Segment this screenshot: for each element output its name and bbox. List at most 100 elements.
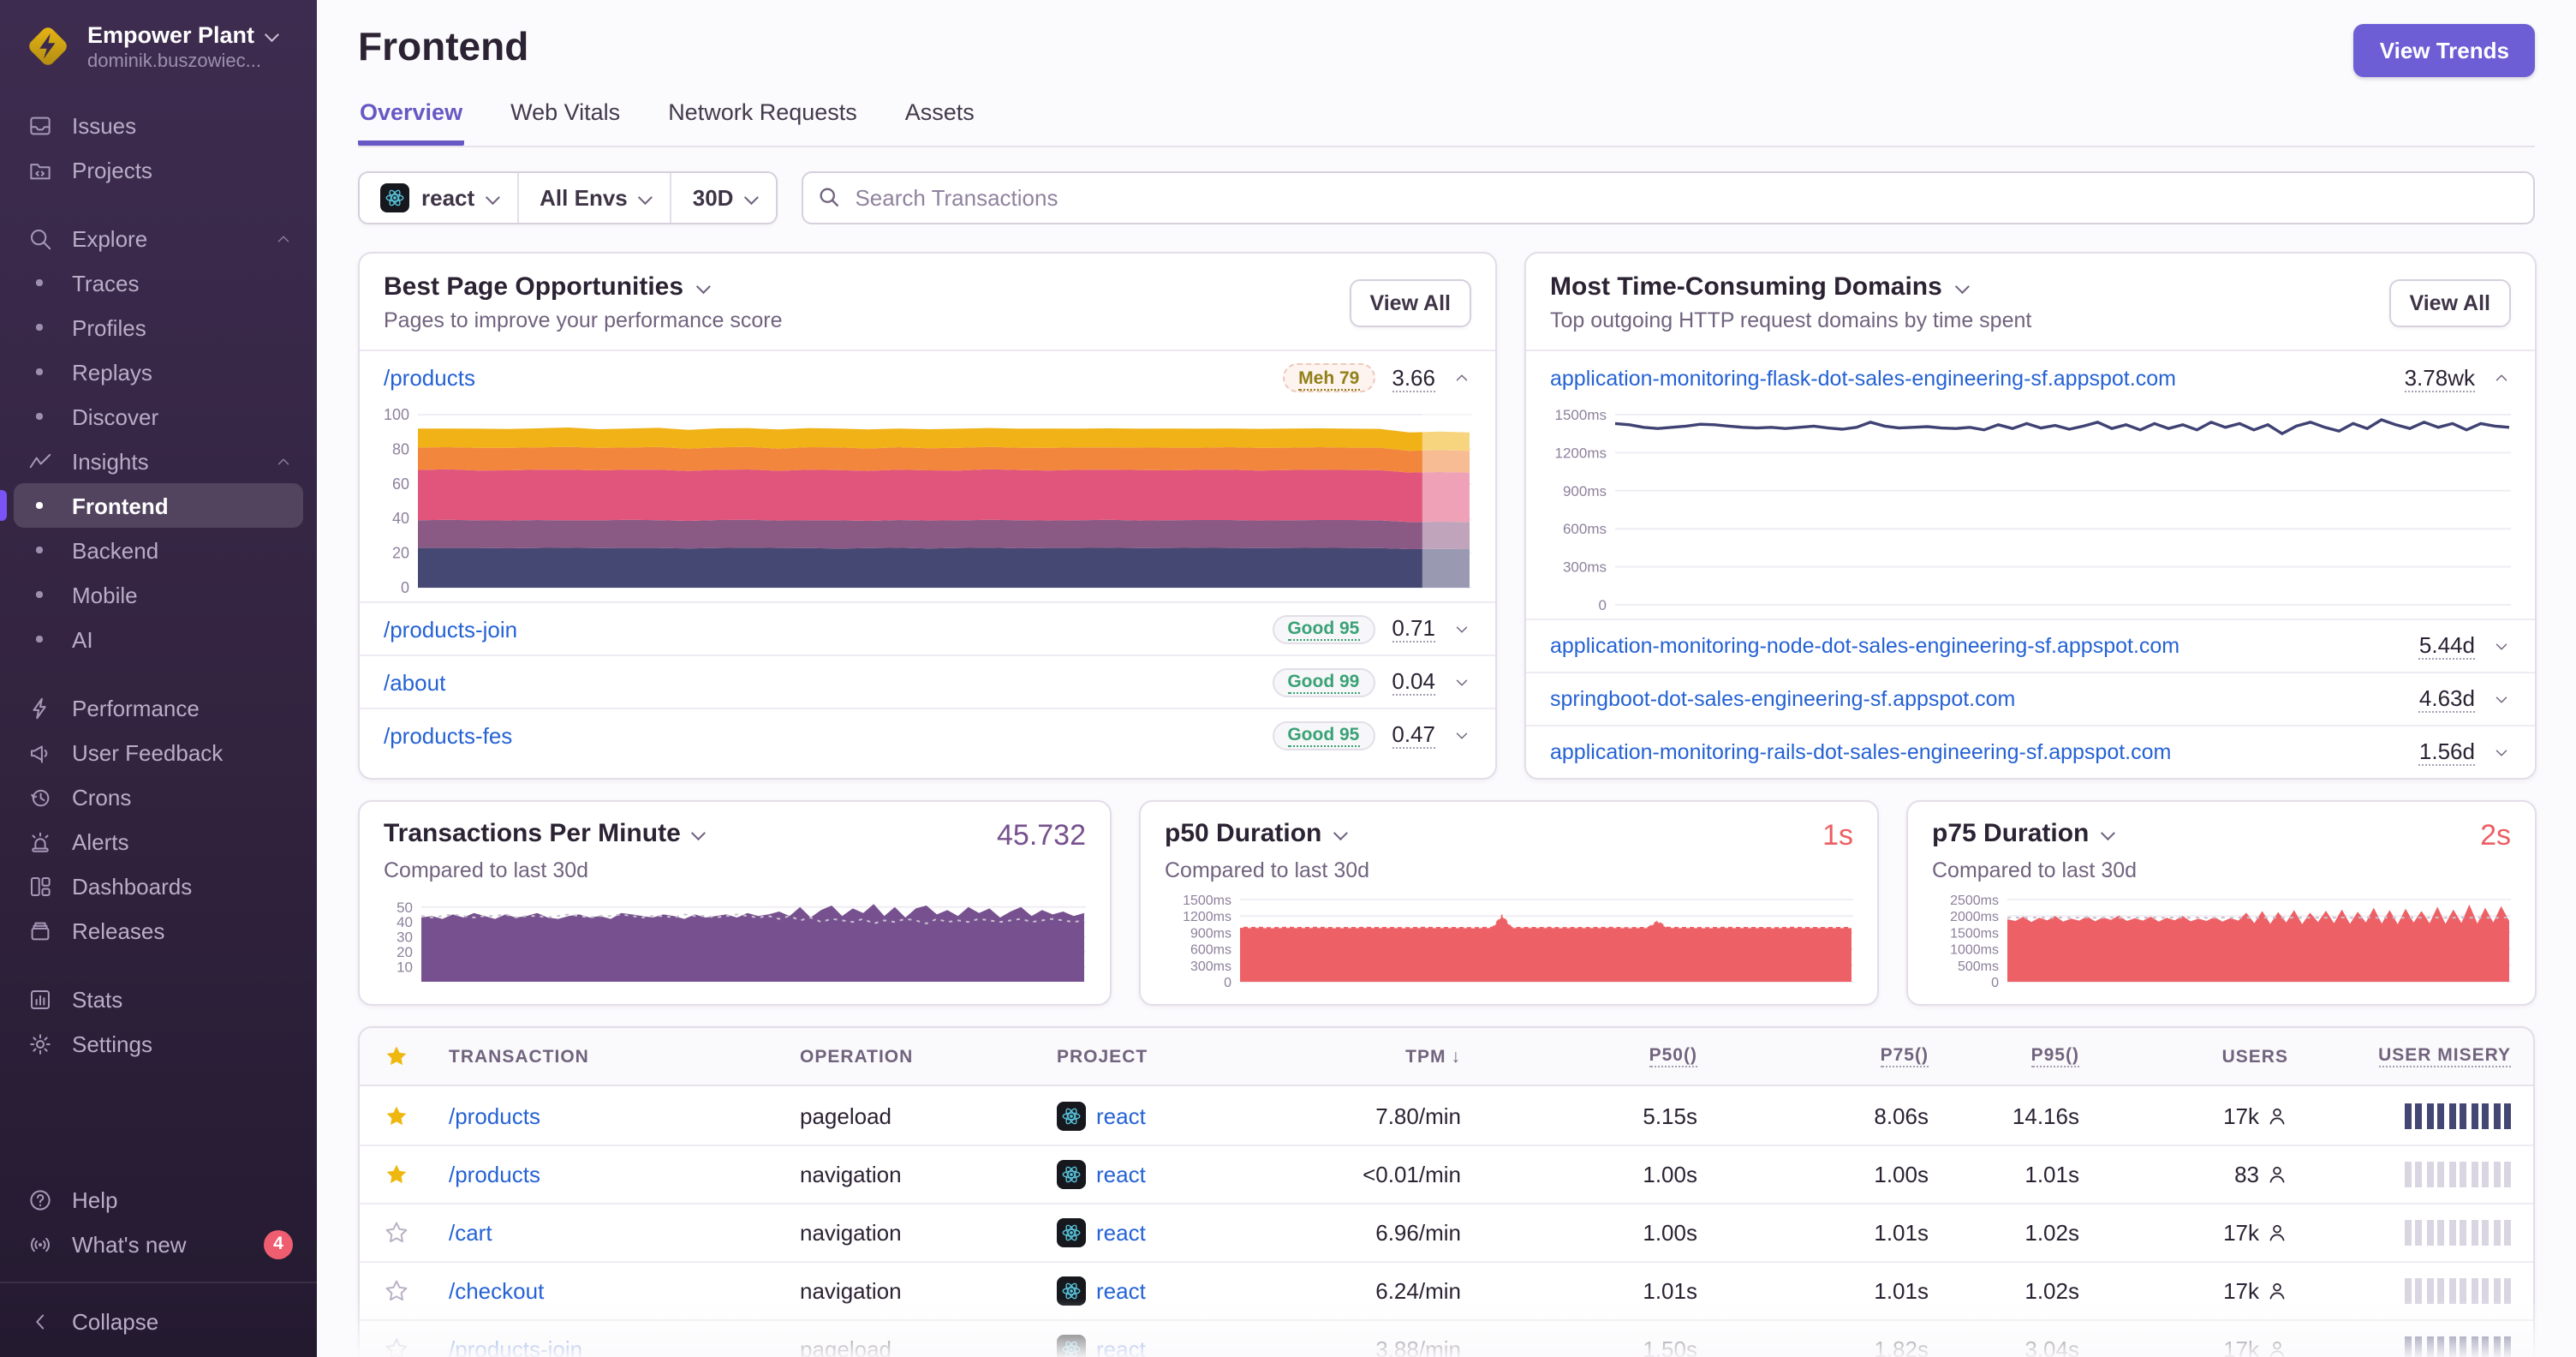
sidebar-item-dashboards[interactable]: Dashboards [14,864,303,908]
sidebar-item-what-s-new[interactable]: What's new 4 [14,1222,303,1266]
page-link[interactable]: /products-fes [384,722,1255,748]
sidebar-item-replays[interactable]: Replays [14,350,303,394]
page-link[interactable]: /about [384,669,1255,695]
metric-title-dropdown[interactable]: p75 Duration [1932,819,2115,848]
sidebar-item-issues[interactable]: Issues [14,103,303,147]
table-row: /products pageload react 7.80/min 5.15s 8.06s… [360,1086,2533,1145]
column-header-p50[interactable]: P50() [1471,1045,1708,1067]
sidebar-item-discover[interactable]: Discover [14,394,303,439]
sidebar-item-insights[interactable]: Insights [14,439,303,483]
sidebar-item-releases[interactable]: Releases [14,908,303,953]
svg-text:0: 0 [1599,597,1607,613]
best-pages-title-dropdown[interactable]: Best Page Opportunities [384,272,783,302]
sidebar-item-profiles[interactable]: Profiles [14,305,303,350]
column-header-p75[interactable]: P75() [1708,1045,1939,1067]
project-link[interactable]: react [1057,1160,1146,1189]
sidebar-item-ai[interactable]: AI [14,617,303,661]
column-header-user-misery[interactable]: USER MISERY [2299,1045,2533,1067]
sidebar-item-settings[interactable]: Settings [14,1021,303,1066]
metric-value: 45.732 [997,819,1086,852]
tab-web-vitals[interactable]: Web Vitals [509,99,622,146]
tab-assets[interactable]: Assets [903,99,976,146]
view-trends-button[interactable]: View Trends [2353,24,2535,77]
svg-text:20: 20 [397,944,413,960]
star-outline-icon[interactable] [360,1336,438,1357]
sidebar-item-traces[interactable]: Traces [14,260,303,305]
search-input[interactable] [802,171,2535,224]
view-all-button[interactable]: View All [1349,278,1471,326]
star-column-header[interactable] [360,1043,438,1069]
sidebar-item-alerts[interactable]: Alerts [14,819,303,864]
sidebar-item-backend[interactable]: Backend [14,528,303,572]
star-filled-icon[interactable] [360,1103,438,1128]
sidebar-item-frontend[interactable]: Frontend [0,483,303,528]
metric-chart[interactable]: 10 20 30 40 50 [384,891,1086,990]
domain-link[interactable]: springboot-dot-sales-engineering-sf.apps… [1550,687,2402,711]
transaction-cell: /products-join [438,1336,790,1357]
chevron-down-icon[interactable] [2492,690,2511,708]
column-header-project[interactable]: PROJECT [1046,1046,1249,1067]
sidebar-item-performance[interactable]: Performance [14,685,303,730]
table-row: /checkout navigation react 6.24/min 1.01s 1.0… [360,1261,2533,1319]
metric-chart[interactable]: 0 300ms 600ms 900ms 1200ms 1500ms [1165,891,1853,990]
domain-duration-chart[interactable]: 0 300ms 600ms 900ms 1200ms 1500ms [1533,406,2511,613]
chevron-down-icon[interactable] [2492,743,2511,762]
project-link[interactable]: react [1057,1101,1146,1130]
metric-chart[interactable]: 0 500ms 1000ms 1500ms 2000ms 2500ms [1932,891,2511,990]
column-header-transaction[interactable]: TRANSACTION [438,1046,790,1067]
star-filled-icon[interactable] [360,1162,438,1187]
sidebar-item-help[interactable]: Help [14,1177,303,1222]
view-all-button[interactable]: View All [2388,278,2511,326]
domain-link[interactable]: application-monitoring-node-dot-sales-en… [1550,634,2402,658]
domains-title-dropdown[interactable]: Most Time-Consuming Domains [1550,272,2031,302]
transaction-link[interactable]: /cart [449,1220,492,1246]
chevron-down-icon[interactable] [1452,673,1471,691]
chevron-down-icon[interactable] [1452,619,1471,638]
chevron-up-icon[interactable] [1452,368,1471,387]
page-link[interactable]: /products-join [384,616,1255,642]
page-score-chart[interactable]: 0 20 40 60 80 100 [367,406,1471,596]
chevron-down-icon[interactable] [2492,637,2511,655]
transaction-link[interactable]: /checkout [449,1278,544,1304]
column-header-p95[interactable]: P95() [1939,1045,2090,1067]
project-link[interactable]: react [1057,1335,1146,1357]
score-badge: Good 99 [1272,667,1375,696]
transaction-link[interactable]: /products [449,1162,540,1187]
domain-link[interactable]: application-monitoring-rails-dot-sales-e… [1550,740,2402,764]
tab-overview[interactable]: Overview [358,99,465,146]
score-badge: Good 95 [1272,720,1375,750]
domain-link[interactable]: application-monitoring-flask-dot-sales-e… [1550,366,2388,390]
sidebar-item-collapse[interactable]: Collapse [14,1299,303,1343]
bullet-icon [24,413,55,420]
project-link[interactable]: react [1057,1276,1146,1306]
column-header-operation[interactable]: OPERATION [790,1046,1046,1067]
chevron-up-icon[interactable] [2492,368,2511,387]
sidebar-item-crons[interactable]: Crons [14,774,303,819]
sidebar-item-user-feedback[interactable]: User Feedback [14,730,303,774]
environment-filter[interactable]: All Envs [517,173,671,223]
star-outline-icon[interactable] [360,1220,438,1246]
sidebar-item-label: User Feedback [72,739,224,765]
column-header-users[interactable]: USERS [2090,1046,2299,1067]
sidebar-item-mobile[interactable]: Mobile [14,572,303,617]
transaction-link[interactable]: /products [449,1103,540,1128]
org-switcher[interactable]: Empower Plant dominik.buszowiec... [0,0,317,96]
sidebar-item-explore[interactable]: Explore [14,216,303,260]
date-range-filter[interactable]: 30D [670,173,777,223]
metric-title-dropdown[interactable]: p50 Duration [1165,819,1348,848]
project-filter[interactable]: react [360,173,517,223]
tab-network-requests[interactable]: Network Requests [666,99,859,146]
sidebar-item-stats[interactable]: Stats [14,977,303,1021]
sidebar-item-projects[interactable]: Projects [14,147,303,192]
sidebar-footer: Help What's new 4 Collapse [0,1177,317,1343]
react-icon [1057,1160,1086,1189]
crons-icon [24,784,55,810]
column-header-tpm[interactable]: TPM ↓ [1249,1046,1471,1067]
domain-row: application-monitoring-flask-dot-sales-e… [1526,351,2535,404]
star-outline-icon[interactable] [360,1278,438,1304]
page-link[interactable]: /products [384,365,1266,391]
metric-title-dropdown[interactable]: Transactions Per Minute [384,819,707,848]
chevron-down-icon[interactable] [1452,726,1471,744]
project-link[interactable]: react [1057,1218,1146,1247]
transaction-link[interactable]: /products-join [449,1336,582,1357]
